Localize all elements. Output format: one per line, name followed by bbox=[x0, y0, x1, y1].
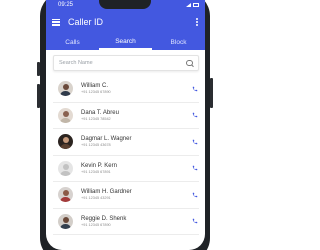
tab-block[interactable]: Block bbox=[152, 34, 205, 50]
tab-calls[interactable]: Calls bbox=[46, 34, 99, 50]
phone-screen: 09:25 Caller ID Calls Search Block Willi… bbox=[46, 0, 205, 250]
search-input[interactable] bbox=[59, 60, 186, 66]
contact-name: Kevin P. Kern bbox=[81, 162, 117, 169]
search-container bbox=[46, 50, 205, 76]
contact-row[interactable]: Dana T. Abreu +91 12345 78542 bbox=[53, 103, 199, 129]
avatar bbox=[58, 134, 73, 150]
contact-info: Dana T. Abreu +91 12345 78542 bbox=[81, 109, 190, 122]
avatar bbox=[58, 107, 73, 123]
contact-phone: +91 12345 78542 bbox=[81, 116, 111, 121]
contact-row[interactable]: William C. +91 12345 67890 bbox=[53, 76, 199, 103]
contact-row[interactable]: Kevin P. Kern +91 12345 67891 bbox=[53, 156, 199, 182]
phone-call-icon[interactable] bbox=[190, 164, 199, 173]
contact-phone: +91 12345 67891 bbox=[81, 169, 111, 174]
contact-name: Reggie D. Shenk bbox=[81, 215, 127, 222]
avatar bbox=[58, 187, 73, 203]
contact-phone: +91 12345 43678 bbox=[81, 143, 111, 148]
avatar bbox=[58, 81, 73, 97]
contact-info: William C. +91 12345 67890 bbox=[81, 82, 190, 95]
contact-phone: +91 12345 67890 bbox=[81, 222, 111, 227]
app-title: Caller ID bbox=[68, 17, 104, 27]
contact-row[interactable]: Dagmar L. Wagner +91 12345 43678 bbox=[53, 129, 199, 156]
contact-name: Dana T. Abreu bbox=[81, 109, 119, 116]
tab-bar: Calls Search Block bbox=[46, 34, 205, 50]
contact-info: William H. Gardner +91 12345 43291 bbox=[81, 188, 190, 201]
phone-call-icon[interactable] bbox=[190, 111, 199, 120]
contact-info: Kevin P. Kern +91 12345 67891 bbox=[81, 162, 190, 175]
phone-call-icon[interactable] bbox=[190, 190, 199, 199]
signal-icon bbox=[186, 3, 191, 7]
app-bar: Caller ID bbox=[46, 10, 205, 34]
search-icon[interactable] bbox=[186, 59, 193, 67]
phone-call-icon[interactable] bbox=[190, 217, 199, 226]
battery-icon bbox=[193, 3, 199, 7]
contact-list: William C. +91 12345 67890 Dana T. Abreu +9… bbox=[46, 76, 205, 235]
contact-info: Reggie D. Shenk +91 12345 67890 bbox=[81, 215, 190, 228]
contact-row[interactable]: William H. Gardner +91 12345 43291 bbox=[53, 182, 199, 209]
search-box bbox=[53, 55, 199, 71]
status-time: 09:25 bbox=[58, 2, 74, 8]
phone-notch bbox=[99, 0, 151, 9]
status-icons bbox=[186, 3, 199, 7]
contact-name: Dagmar L. Wagner bbox=[81, 136, 132, 143]
menu-icon[interactable] bbox=[52, 18, 60, 26]
contact-phone: +91 12345 67890 bbox=[81, 90, 111, 95]
contact-name: William C. bbox=[81, 83, 108, 90]
avatar bbox=[58, 213, 73, 229]
contact-info: Dagmar L. Wagner +91 12345 43678 bbox=[81, 135, 190, 148]
contact-row[interactable]: Reggie D. Shenk +91 12345 67890 bbox=[53, 209, 199, 235]
contact-name: William H. Gardner bbox=[81, 189, 132, 196]
phone-call-icon[interactable] bbox=[190, 137, 199, 146]
more-vert-icon[interactable] bbox=[196, 18, 199, 26]
contact-phone: +91 12345 43291 bbox=[81, 196, 111, 201]
avatar bbox=[58, 160, 73, 176]
phone-side-button-right bbox=[210, 78, 213, 108]
tab-search[interactable]: Search bbox=[99, 34, 152, 50]
phone-call-icon[interactable] bbox=[190, 84, 199, 93]
